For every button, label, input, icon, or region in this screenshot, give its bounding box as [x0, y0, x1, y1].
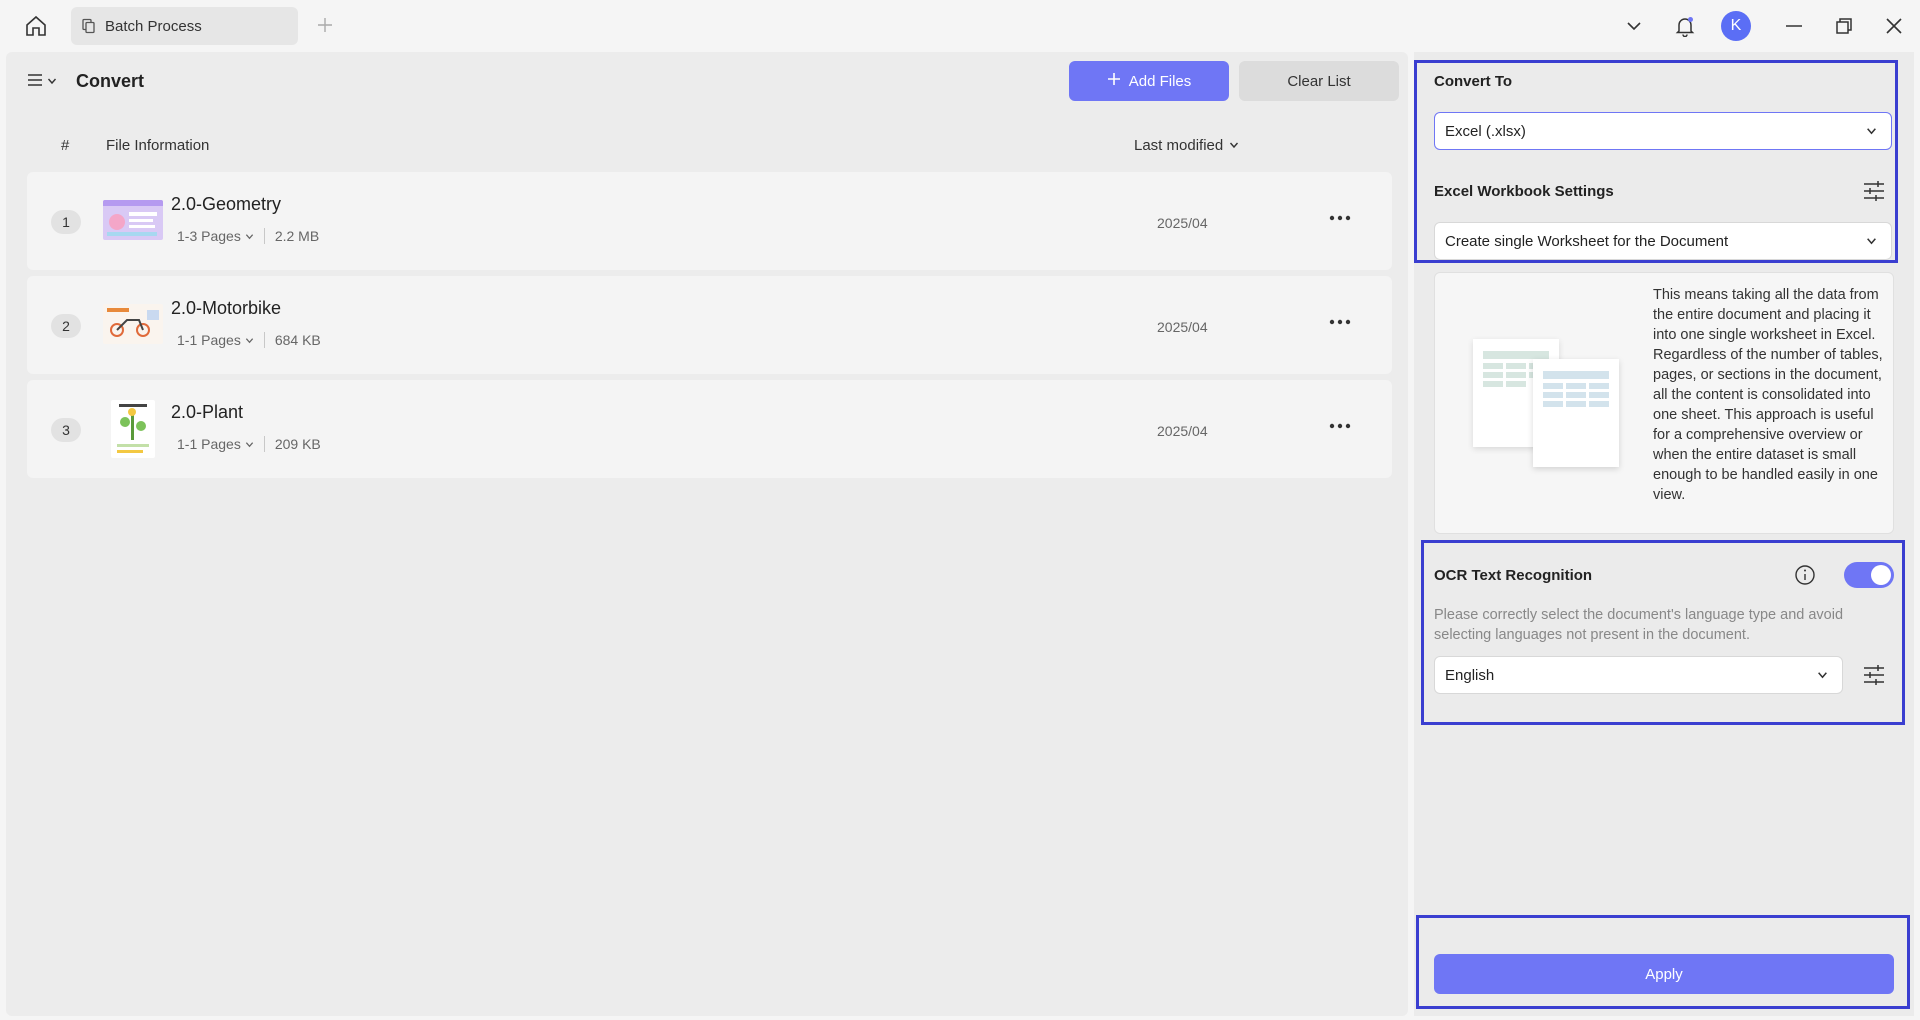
file-list-panel: Convert Add Files Clear List # File Info…	[6, 52, 1408, 1016]
workbook-mode-select[interactable]: Create single Worksheet for the Document	[1434, 222, 1892, 260]
workbook-description: This means taking all the data from the …	[1653, 287, 1883, 503]
file-size: 684 KB	[274, 332, 321, 348]
bell-icon[interactable]	[1671, 12, 1699, 40]
divider	[263, 228, 265, 244]
close-icon[interactable]	[1880, 12, 1908, 40]
convert-to-value: Excel (.xlsx)	[1445, 122, 1526, 140]
more-icon[interactable]	[1327, 208, 1353, 228]
file-meta: 1-3 Pages 2.2 MB	[177, 228, 319, 244]
tune-icon[interactable]	[1861, 662, 1887, 688]
chevron-down-icon	[1229, 137, 1239, 154]
workbook-mode-value: Create single Worksheet for the Document	[1445, 232, 1729, 250]
row-number: 1	[51, 210, 81, 234]
more-icon[interactable]	[1327, 312, 1353, 332]
file-thumbnail	[111, 400, 155, 458]
menu-icon	[26, 72, 44, 93]
ocr-title: OCR Text Recognition	[1434, 567, 1593, 584]
file-name: 2.0-Motorbike	[171, 298, 282, 318]
page-range-dropdown[interactable]: 1-1 Pages	[177, 332, 254, 348]
language-select[interactable]: English	[1434, 656, 1843, 694]
file-name: 2.0-Geometry	[171, 194, 282, 214]
convert-to-title: Convert To	[1434, 73, 1513, 90]
avatar[interactable]: K	[1721, 11, 1751, 41]
file-meta: 1-1 Pages 684 KB	[177, 332, 321, 348]
title-bar: Batch Process K	[0, 0, 1920, 52]
ocr-description: Please correctly select the document's l…	[1434, 607, 1844, 643]
chevron-down-icon	[47, 73, 57, 91]
page-range: 1-3 Pages	[177, 228, 241, 244]
file-date: 2025/04	[1157, 423, 1208, 439]
divider	[263, 332, 265, 348]
tab-batch-process[interactable]: Batch Process	[71, 7, 298, 45]
workbook-settings-title: Excel Workbook Settings	[1434, 183, 1614, 200]
chevron-down-icon	[245, 233, 253, 239]
info-icon[interactable]	[1794, 564, 1816, 586]
page-range: 1-1 Pages	[177, 332, 241, 348]
menu-button[interactable]	[26, 70, 60, 94]
file-row[interactable]: 1 2.0-Geometry 1-3 Pages 2.2 MB 2025/04	[27, 172, 1392, 270]
more-icon[interactable]	[1327, 416, 1353, 436]
file-row[interactable]: 2 2.0-Motorbike 1-1 Pages 684 KB 2025/04	[27, 276, 1392, 374]
chevron-down-icon	[1817, 670, 1828, 681]
minimize-icon[interactable]	[1780, 12, 1808, 40]
chevron-down-icon[interactable]	[1620, 12, 1648, 40]
ocr-toggle[interactable]	[1844, 562, 1894, 588]
file-meta: 1-1 Pages 209 KB	[177, 436, 321, 452]
plus-icon	[1107, 72, 1121, 90]
file-date: 2025/04	[1157, 215, 1208, 231]
chevron-down-icon	[1866, 126, 1877, 137]
file-name: 2.0-Plant	[171, 402, 244, 422]
sort-last-modified[interactable]: Last modified	[1134, 137, 1239, 154]
file-size: 2.2 MB	[274, 228, 320, 244]
page-range-dropdown[interactable]: 1-1 Pages	[177, 436, 254, 452]
restore-icon[interactable]	[1830, 12, 1858, 40]
page-title: Convert	[76, 71, 145, 91]
new-tab-plus-icon[interactable]	[314, 14, 336, 36]
workbook-description-card: This means taking all the data from the …	[1434, 272, 1894, 534]
column-header-modified: Last modified	[1134, 137, 1224, 154]
chevron-down-icon	[1866, 236, 1877, 247]
file-thumbnail	[103, 304, 163, 344]
add-files-button[interactable]: Add Files	[1069, 61, 1229, 101]
file-size: 209 KB	[274, 436, 321, 452]
worksheet-illustration	[1533, 359, 1619, 467]
chevron-down-icon	[245, 337, 253, 343]
tune-icon[interactable]	[1861, 178, 1887, 204]
toggle-knob	[1871, 565, 1891, 585]
apply-button[interactable]: Apply	[1434, 954, 1894, 994]
row-number: 2	[51, 314, 81, 338]
tab-doc-icon	[81, 18, 97, 34]
home-icon[interactable]	[22, 12, 50, 40]
page-range: 1-1 Pages	[177, 436, 241, 452]
file-thumbnail	[103, 200, 163, 240]
row-number: 3	[51, 418, 81, 442]
column-header-number: #	[61, 137, 70, 154]
page-range-dropdown[interactable]: 1-3 Pages	[177, 228, 254, 244]
tab-label: Batch Process	[105, 17, 202, 35]
divider	[263, 436, 265, 452]
convert-to-select[interactable]: Excel (.xlsx)	[1434, 112, 1892, 150]
file-row[interactable]: 3 2.0-Plant 1-1 Pages 209 KB 2025/04	[27, 380, 1392, 478]
language-value: English	[1445, 666, 1495, 684]
clear-list-button[interactable]: Clear List	[1239, 61, 1399, 101]
column-header-info: File Information	[106, 137, 210, 154]
chevron-down-icon	[245, 441, 253, 447]
file-date: 2025/04	[1157, 319, 1208, 335]
add-files-label: Add Files	[1128, 72, 1192, 90]
